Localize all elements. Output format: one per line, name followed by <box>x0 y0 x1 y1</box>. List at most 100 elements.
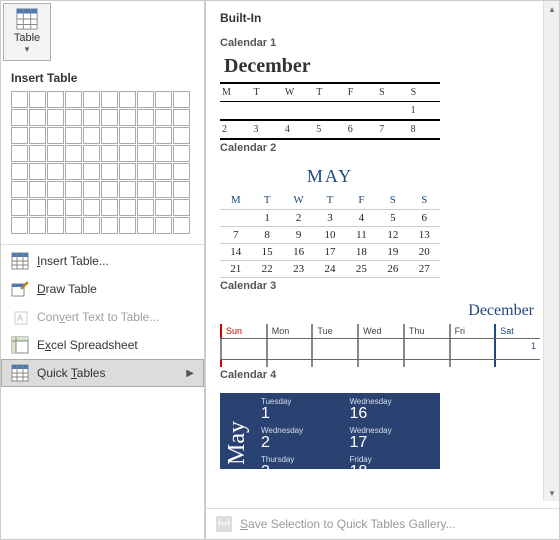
grid-cell[interactable] <box>47 217 64 234</box>
grid-cell[interactable] <box>47 127 64 144</box>
grid-cell[interactable] <box>29 91 46 108</box>
calendar-4-preview[interactable]: May Tuesday1Wednesday16Wednesday2Wednesd… <box>220 393 549 469</box>
grid-cell[interactable] <box>155 91 172 108</box>
grid-cell[interactable] <box>11 199 28 216</box>
grid-cell[interactable] <box>65 127 82 144</box>
grid-cell[interactable] <box>137 91 154 108</box>
grid-cell[interactable] <box>65 163 82 180</box>
grid-cell[interactable] <box>137 163 154 180</box>
grid-cell[interactable] <box>83 163 100 180</box>
grid-cell[interactable] <box>47 109 64 126</box>
grid-cell[interactable] <box>173 127 190 144</box>
grid-cell[interactable] <box>119 91 136 108</box>
table-ribbon-button[interactable]: Table ▾ <box>3 3 51 61</box>
grid-cell[interactable] <box>137 145 154 162</box>
table-size-grid[interactable] <box>1 89 204 242</box>
excel-spreadsheet-menu[interactable]: Excel Spreadsheet <box>1 331 204 359</box>
grid-cell[interactable] <box>11 217 28 234</box>
grid-cell[interactable] <box>137 109 154 126</box>
grid-cell[interactable] <box>29 217 46 234</box>
grid-cell[interactable] <box>155 217 172 234</box>
grid-cell[interactable] <box>29 163 46 180</box>
insert-table-menu[interactable]: Insert Table... <box>1 247 204 275</box>
grid-cell[interactable] <box>173 163 190 180</box>
grid-cell[interactable] <box>101 127 118 144</box>
grid-cell[interactable] <box>155 145 172 162</box>
calendar-2-preview[interactable]: MAY MTWTFSS12345678910111213141516171819… <box>220 164 440 278</box>
grid-cell[interactable] <box>101 109 118 126</box>
draw-table-menu[interactable]: Draw Table <box>1 275 204 303</box>
grid-cell[interactable] <box>101 199 118 216</box>
grid-cell[interactable] <box>65 91 82 108</box>
grid-cell[interactable] <box>29 109 46 126</box>
grid-cell[interactable] <box>137 199 154 216</box>
grid-cell[interactable] <box>173 181 190 198</box>
grid-cell[interactable] <box>29 145 46 162</box>
grid-cell[interactable] <box>137 181 154 198</box>
grid-cell[interactable] <box>47 163 64 180</box>
grid-cell[interactable] <box>29 181 46 198</box>
grid-cell[interactable] <box>173 145 190 162</box>
grid-cell[interactable] <box>29 127 46 144</box>
grid-cell[interactable] <box>83 109 100 126</box>
quick-tables-gallery: Built-In Calendar 1 December MTWTFSS 1 2… <box>205 0 560 540</box>
grid-cell[interactable] <box>155 181 172 198</box>
grid-cell[interactable] <box>11 181 28 198</box>
grid-cell[interactable] <box>101 181 118 198</box>
grid-cell[interactable] <box>119 163 136 180</box>
grid-cell[interactable] <box>65 145 82 162</box>
grid-cell[interactable] <box>173 91 190 108</box>
grid-cell[interactable] <box>101 91 118 108</box>
grid-cell[interactable] <box>47 181 64 198</box>
table-dropdown-panel: Table ▾ Insert Table Insert Table... Dra… <box>0 0 205 540</box>
grid-cell[interactable] <box>29 199 46 216</box>
builtin-header: Built-In <box>220 7 549 35</box>
cal1-row2: 2345678 <box>220 121 440 140</box>
calendar-4-label: Calendar 4 <box>220 369 549 381</box>
grid-cell[interactable] <box>47 199 64 216</box>
grid-cell[interactable] <box>83 199 100 216</box>
calendar-3-preview[interactable]: December SunMonTueWedThuFriSat 1 <box>220 302 540 367</box>
grid-cell[interactable] <box>137 217 154 234</box>
grid-cell[interactable] <box>47 91 64 108</box>
grid-cell[interactable] <box>65 217 82 234</box>
grid-cell[interactable] <box>119 217 136 234</box>
grid-cell[interactable] <box>119 199 136 216</box>
grid-cell[interactable] <box>83 127 100 144</box>
grid-cell[interactable] <box>173 199 190 216</box>
grid-cell[interactable] <box>65 199 82 216</box>
grid-cell[interactable] <box>11 109 28 126</box>
gallery-scroll[interactable]: Built-In Calendar 1 December MTWTFSS 1 2… <box>206 1 559 508</box>
grid-cell[interactable] <box>119 145 136 162</box>
grid-cell[interactable] <box>119 181 136 198</box>
grid-cell[interactable] <box>101 145 118 162</box>
grid-cell[interactable] <box>173 217 190 234</box>
grid-cell[interactable] <box>155 127 172 144</box>
grid-cell[interactable] <box>83 217 100 234</box>
grid-cell[interactable] <box>119 109 136 126</box>
calendar-1-preview[interactable]: December MTWTFSS 1 2345678 <box>220 55 440 140</box>
grid-cell[interactable] <box>11 127 28 144</box>
grid-cell[interactable] <box>101 163 118 180</box>
grid-cell[interactable] <box>11 163 28 180</box>
grid-cell[interactable] <box>119 127 136 144</box>
quick-tables-menu[interactable]: Quick Tables ▶ <box>1 359 204 387</box>
scroll-up-icon[interactable]: ▴ <box>544 1 559 17</box>
grid-cell[interactable] <box>47 145 64 162</box>
grid-cell[interactable] <box>173 109 190 126</box>
grid-cell[interactable] <box>83 181 100 198</box>
grid-cell[interactable] <box>65 181 82 198</box>
grid-cell[interactable] <box>101 217 118 234</box>
grid-cell[interactable] <box>83 91 100 108</box>
grid-cell[interactable] <box>83 145 100 162</box>
calendar-1-label: Calendar 1 <box>220 37 549 49</box>
scrollbar[interactable]: ▴ ▾ <box>543 1 559 501</box>
grid-cell[interactable] <box>155 199 172 216</box>
grid-cell[interactable] <box>137 127 154 144</box>
grid-cell[interactable] <box>155 163 172 180</box>
scroll-down-icon[interactable]: ▾ <box>544 485 559 501</box>
grid-cell[interactable] <box>11 145 28 162</box>
grid-cell[interactable] <box>155 109 172 126</box>
grid-cell[interactable] <box>65 109 82 126</box>
grid-cell[interactable] <box>11 91 28 108</box>
